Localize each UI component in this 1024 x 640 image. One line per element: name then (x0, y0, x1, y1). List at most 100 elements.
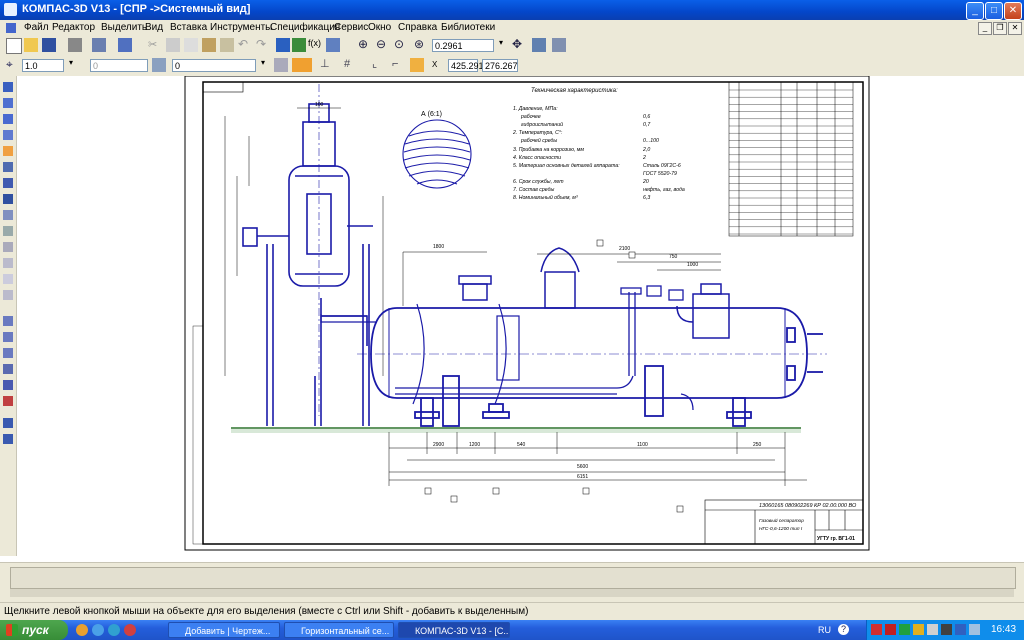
style-field[interactable]: 0 (90, 59, 148, 72)
zoom-out-icon[interactable]: ⊖ (376, 38, 390, 52)
language-indicator[interactable]: RU (818, 625, 831, 635)
redo-icon[interactable]: ↷ (256, 38, 270, 52)
print-icon[interactable] (68, 38, 82, 52)
format-brush-icon[interactable] (202, 38, 216, 52)
parametrization-icon[interactable] (3, 146, 13, 156)
delete-icon[interactable] (3, 396, 13, 406)
report-icon[interactable] (3, 226, 13, 236)
coord-y-field[interactable]: 276.267 (482, 59, 518, 72)
line-scale-dropdown-icon[interactable]: ▾ (64, 58, 78, 72)
undo-icon[interactable]: ↶ (238, 38, 252, 52)
manager-icon[interactable] (118, 38, 132, 52)
zoom-dropdown-icon[interactable]: ▾ (494, 38, 508, 52)
mdi-minimize-button[interactable]: _ (978, 22, 992, 35)
orthogonal-icon[interactable]: ⊥ (320, 58, 334, 72)
menu-libraries[interactable]: Библиотеки (441, 22, 495, 33)
menu-view[interactable]: Вид (145, 22, 163, 33)
quicklaunch-icon[interactable] (108, 624, 120, 636)
zoom-window-icon[interactable]: ⊙ (394, 38, 408, 52)
save-icon[interactable] (42, 38, 56, 52)
hatch-icon[interactable] (3, 290, 13, 300)
tray-icon[interactable] (913, 624, 924, 635)
macro-icon[interactable] (3, 274, 13, 284)
new-document-icon[interactable] (6, 38, 22, 54)
taskbar-item[interactable]: Горизонтальный се... (284, 622, 394, 638)
line-scale-field[interactable]: 1.0 (22, 59, 64, 72)
minimize-button[interactable]: _ (966, 2, 984, 20)
snap-mode-icon[interactable] (410, 58, 424, 72)
close-button[interactable]: ✕ (1004, 2, 1022, 20)
zoom-field[interactable]: 0.2961 (432, 39, 494, 52)
ortho-mode-icon[interactable]: ⌐ (392, 58, 406, 72)
refresh-icon[interactable] (532, 38, 546, 52)
layers-icon[interactable] (274, 58, 288, 72)
coord-x-field[interactable]: 425.291 (448, 59, 484, 72)
menu-file[interactable]: Файл (24, 22, 49, 33)
tray-icon[interactable] (955, 624, 966, 635)
layer-icon[interactable] (152, 58, 166, 72)
spec-icon[interactable] (3, 210, 13, 220)
open-folder-icon[interactable] (24, 38, 38, 52)
library-manager-icon[interactable] (326, 38, 340, 52)
menu-service[interactable]: Сервис (334, 22, 368, 33)
rectangle-icon[interactable] (3, 364, 13, 374)
maximize-button[interactable]: □ (985, 2, 1003, 20)
measure-icon[interactable] (3, 162, 13, 172)
copy-icon[interactable] (166, 38, 180, 52)
menu-select[interactable]: Выделить (101, 22, 147, 33)
snap-icon[interactable] (292, 58, 312, 72)
pointer-icon[interactable]: ⌖ (6, 58, 20, 72)
grid-icon[interactable]: # (344, 58, 358, 72)
menu-insert[interactable]: Вставка (170, 22, 207, 33)
fillet-icon[interactable] (3, 434, 13, 444)
function-icon[interactable]: f(x) (308, 38, 322, 52)
tech-value: нефть, газ, вода (643, 187, 685, 193)
tray-icon[interactable] (941, 624, 952, 635)
paste-icon[interactable] (184, 38, 198, 52)
help-icon[interactable]: ? (838, 624, 849, 635)
menu-window[interactable]: Окно (368, 22, 391, 33)
dimensions-icon[interactable] (3, 98, 13, 108)
designations-icon[interactable] (3, 114, 13, 124)
preview-icon[interactable] (92, 38, 106, 52)
taskbar-item-active[interactable]: КОМПАС-3D V13 - [С... (398, 622, 510, 638)
local-cs-icon[interactable]: ⌞ (372, 58, 386, 72)
polyline-icon[interactable] (3, 380, 13, 390)
menu-specification[interactable]: Спецификация (270, 22, 340, 33)
tray-icon[interactable] (871, 624, 882, 635)
tree-icon[interactable] (276, 38, 290, 52)
tray-icon[interactable] (927, 624, 938, 635)
layer-dropdown-icon[interactable]: ▾ (256, 58, 270, 72)
tray-icon[interactable] (899, 624, 910, 635)
tray-icon[interactable] (885, 624, 896, 635)
circle-icon[interactable] (3, 332, 13, 342)
quicklaunch-icon[interactable] (92, 624, 104, 636)
menu-tools[interactable]: Инструменты (210, 22, 272, 33)
insert-icon[interactable] (3, 242, 13, 252)
pan-icon[interactable]: ✥ (512, 38, 526, 52)
select-icon[interactable] (3, 178, 13, 188)
geometry-icon[interactable] (3, 82, 13, 92)
associative-view-icon[interactable] (3, 194, 13, 204)
mdi-restore-button[interactable]: ❐ (993, 22, 1007, 35)
properties-icon[interactable] (220, 38, 234, 52)
line-icon[interactable] (3, 316, 13, 326)
cut-icon[interactable]: ✂ (148, 38, 162, 52)
arc-icon[interactable] (3, 348, 13, 358)
menu-help[interactable]: Справка (398, 22, 437, 33)
editing-icon[interactable] (3, 130, 13, 140)
taskbar-item[interactable]: Добавить | Чертеж... (168, 622, 280, 638)
menu-editor[interactable]: Редактор (52, 22, 95, 33)
mdi-close-button[interactable]: ✕ (1008, 22, 1022, 35)
zoom-in-icon[interactable]: ⊕ (358, 38, 372, 52)
fragment-icon[interactable] (3, 258, 13, 268)
redraw-icon[interactable] (552, 38, 566, 52)
variables-icon[interactable] (292, 38, 306, 52)
tray-icon[interactable] (969, 624, 980, 635)
chamfer-icon[interactable] (3, 418, 13, 428)
layer-field[interactable]: 0 (172, 59, 256, 72)
quicklaunch-icon[interactable] (124, 624, 136, 636)
drawing-canvas[interactable]: 1800 2100 750 1000 2900 1200 540 1100 56… (17, 75, 1024, 562)
zoom-all-icon[interactable]: ⊛ (414, 38, 428, 52)
quicklaunch-icon[interactable] (76, 624, 88, 636)
